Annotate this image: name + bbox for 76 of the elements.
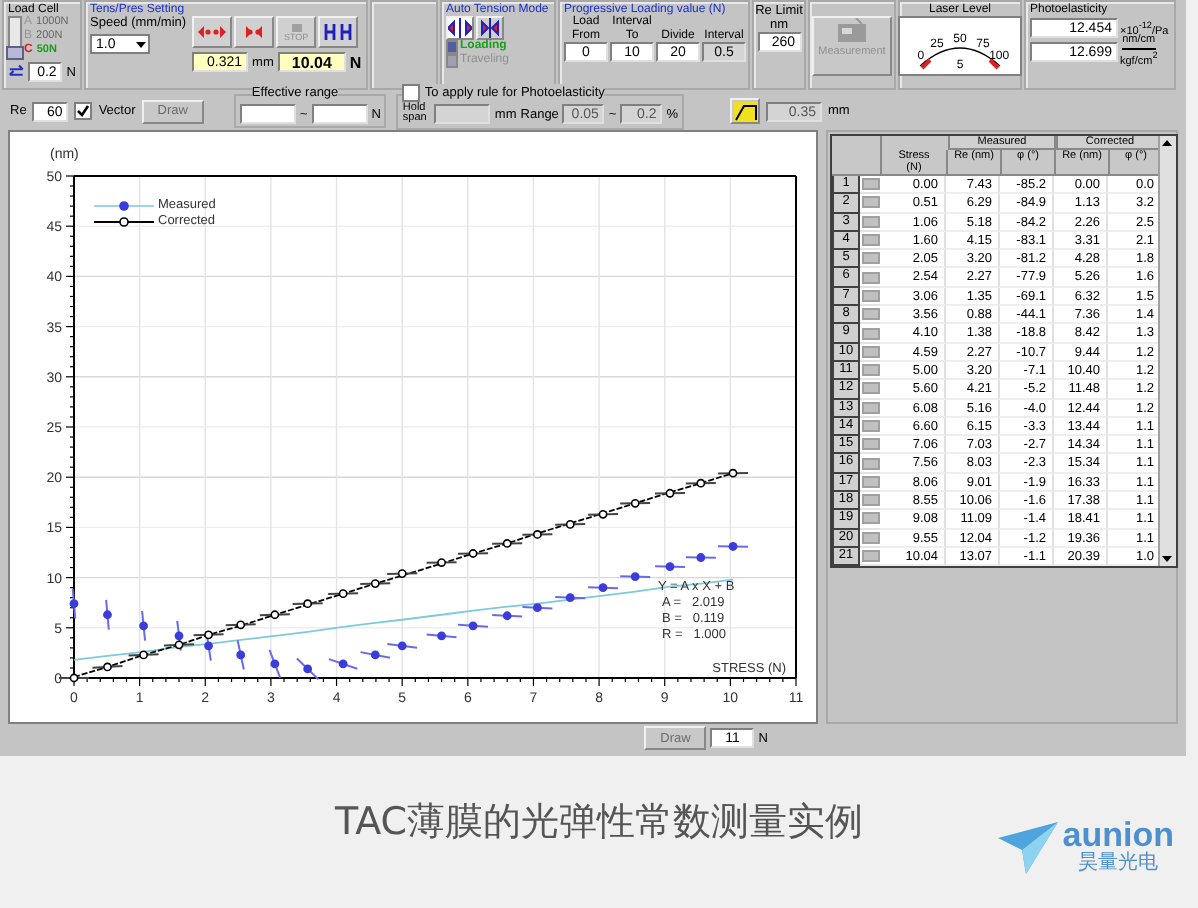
point: [397, 569, 407, 578]
point: [139, 650, 148, 660]
data-point: [139, 609, 148, 642]
point: [728, 468, 738, 478]
point: [630, 498, 640, 508]
compression-button[interactable]: [234, 16, 275, 48]
point: [665, 562, 675, 571]
point: [598, 509, 608, 519]
range-from-field[interactable]: [239, 104, 296, 124]
tension-mode-button[interactable]: [446, 16, 474, 40]
hold-button[interactable]: [318, 16, 359, 48]
point: [728, 542, 738, 551]
range-to-field[interactable]: [311, 104, 368, 124]
point: [338, 589, 348, 599]
compression-mode-button[interactable]: [476, 16, 504, 40]
point: [630, 572, 640, 581]
point: [468, 621, 478, 631]
photo-rule-checkbox[interactable]: [402, 83, 421, 101]
point: [370, 650, 380, 660]
data-point: [268, 648, 282, 679]
data-point: [295, 657, 320, 681]
point: [204, 641, 213, 651]
point: [69, 599, 79, 609]
point: [174, 640, 184, 650]
point: [468, 549, 478, 558]
point: [174, 631, 184, 641]
tension-button[interactable]: [192, 16, 233, 48]
point: [696, 478, 706, 488]
data-point: [127, 650, 160, 660]
scroll-up-icon[interactable]: [1160, 136, 1174, 150]
vector-checkbox[interactable]: [74, 102, 93, 120]
data-point: [103, 598, 112, 631]
mode-indicator[interactable]: [446, 40, 458, 54]
point: [565, 519, 575, 529]
paper-plane-icon: [998, 821, 1059, 873]
point: [502, 539, 512, 548]
caption: TAC薄膜的光弹性常数测量实例: [334, 798, 864, 848]
point: [236, 650, 246, 660]
point: [370, 579, 380, 589]
point: [665, 488, 675, 498]
point: [598, 583, 608, 593]
hold-span-field[interactable]: [434, 104, 491, 124]
point: [532, 603, 542, 613]
device-icon: [834, 17, 870, 45]
outward-arrows-icon: [198, 24, 227, 40]
point: [303, 599, 313, 609]
point: [532, 530, 542, 539]
point: [437, 631, 446, 641]
point: [139, 621, 148, 631]
hold-icon: [324, 24, 353, 40]
point: [397, 641, 407, 651]
logo-name: aunion: [1062, 820, 1174, 852]
point: [103, 610, 112, 620]
point: [696, 553, 706, 562]
force-readout: 10.04: [277, 52, 346, 72]
point: [103, 662, 112, 672]
slider-thumb[interactable]: [6, 46, 24, 60]
data-point: [236, 639, 246, 671]
legend-swatch: [94, 199, 154, 211]
point: [270, 610, 280, 620]
row-selector[interactable]: [860, 547, 880, 567]
scrollbar[interactable]: [1158, 136, 1176, 567]
legend-swatch: [94, 215, 154, 227]
unit-label: N: [349, 53, 362, 71]
point: [236, 620, 246, 630]
point: [437, 558, 446, 567]
dropdown-arrow-icon: [134, 36, 148, 52]
data-point: [69, 587, 79, 620]
mode-indicator[interactable]: [446, 54, 458, 68]
point: [204, 630, 213, 640]
swap-icon[interactable]: [8, 64, 25, 80]
scroll-down-icon[interactable]: [1160, 552, 1174, 567]
point: [502, 611, 512, 621]
chart-button[interactable]: [730, 98, 760, 124]
point: [565, 593, 575, 603]
logo-subtitle: 昊量光电: [1078, 852, 1159, 874]
